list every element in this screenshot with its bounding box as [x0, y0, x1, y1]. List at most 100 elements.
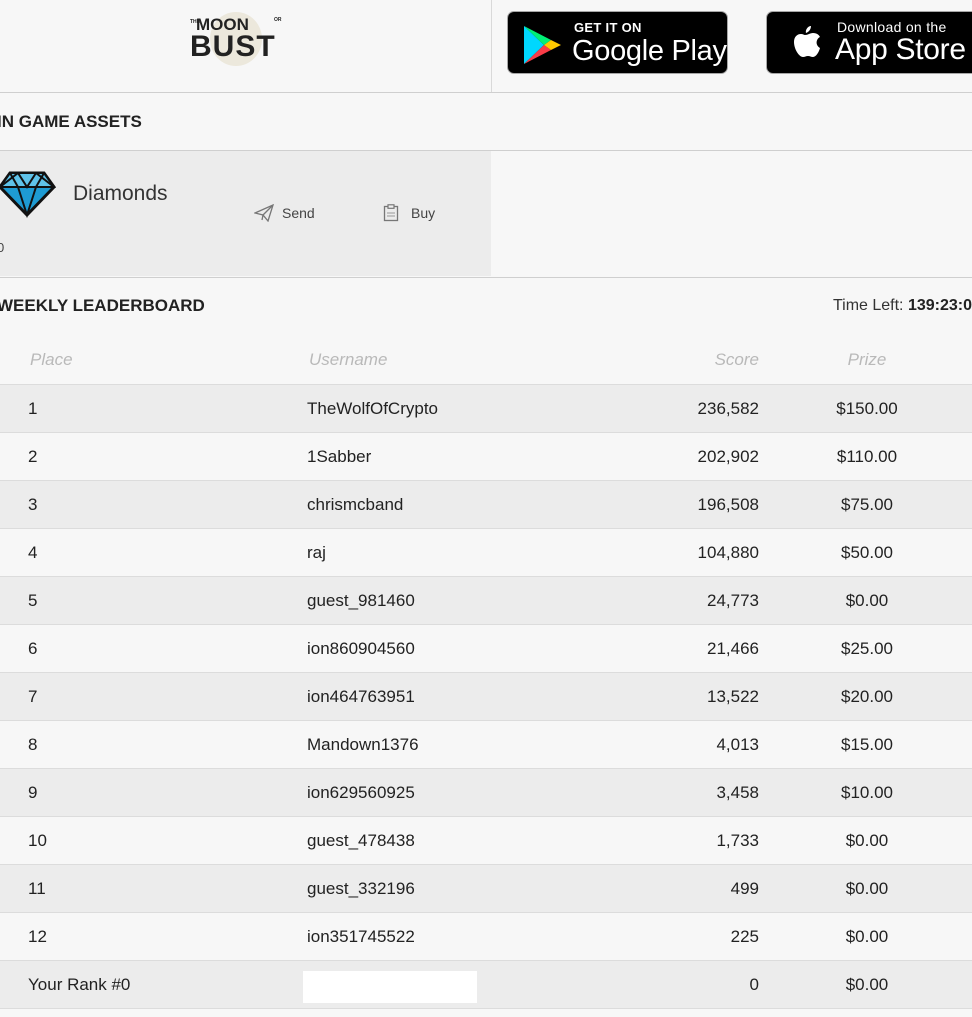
- row-score: 196,508: [697, 495, 759, 514]
- time-left: Time Left: 139:23:0: [833, 278, 972, 334]
- your-rank-label: Your Rank #0: [28, 975, 131, 994]
- row-place: 11: [28, 879, 46, 898]
- row-username: ion860904560: [307, 639, 415, 658]
- table-row: 11 guest_332196 499 $0.00: [0, 865, 972, 913]
- table-row: 4 raj 104,880 $50.00: [0, 529, 972, 577]
- buy-button[interactable]: Buy: [383, 203, 443, 223]
- table-row: 2 1Sabber 202,902 $110.00: [0, 433, 972, 481]
- table-row: 7 ion464763951 13,522 $20.00: [0, 673, 972, 721]
- clipboard-icon: [383, 204, 399, 222]
- row-place: 4: [28, 543, 38, 562]
- asset-count: 0: [0, 240, 5, 255]
- apple-icon: [794, 26, 820, 57]
- row-prize: $50.00: [841, 543, 893, 562]
- logo-bust-text: BUST: [190, 30, 276, 63]
- row-place: 3: [28, 495, 38, 514]
- assets-section-header: IN GAME ASSETS: [0, 93, 972, 151]
- apple-badge-big-text: App Store: [835, 33, 966, 66]
- time-left-value: 139:23:0: [907, 297, 972, 314]
- assets-title: IN GAME ASSETS: [0, 112, 142, 131]
- row-score: 104,880: [697, 543, 759, 562]
- row-prize: $0.00: [845, 879, 889, 898]
- row-prize: $15.00: [841, 735, 893, 754]
- row-place: 6: [28, 639, 38, 658]
- row-score: 225: [730, 927, 759, 946]
- row-score: 202,902: [697, 447, 759, 466]
- google-play-badge[interactable]: GET IT ON Google Play: [507, 11, 728, 74]
- column-header-place: Place: [30, 350, 73, 369]
- table-header-row: Place Username Score Prize: [0, 334, 972, 385]
- row-username: Mandown1376: [307, 735, 419, 754]
- row-prize: $20.00: [841, 687, 893, 706]
- send-button[interactable]: Send: [254, 203, 324, 223]
- row-username: 1Sabber: [307, 447, 372, 466]
- row-username: ion464763951: [307, 687, 415, 706]
- row-place: 8: [28, 735, 38, 754]
- assets-empty-panel: [491, 151, 972, 276]
- your-score: 0: [749, 975, 759, 994]
- row-score: 13,522: [707, 687, 759, 706]
- row-username: TheWolfOfCrypto: [307, 399, 439, 418]
- your-username-field[interactable]: [303, 971, 477, 1003]
- row-prize: $0.00: [845, 591, 889, 610]
- google-badge-small-text: GET IT ON: [574, 20, 642, 35]
- row-score: 21,466: [707, 639, 759, 658]
- column-header-prize: Prize: [847, 350, 887, 369]
- leaderboard-section-header: WEEKLY LEADERBOARD Time Left: 139:23:0: [0, 277, 972, 335]
- asset-name: Diamonds: [73, 182, 168, 205]
- apple-badge-small-text: Download on the: [837, 19, 947, 35]
- row-prize: $0.00: [845, 927, 889, 946]
- table-row: 3 chrismcband 196,508 $75.00: [0, 481, 972, 529]
- your-prize: $0.00: [845, 975, 889, 994]
- row-place: 1: [28, 399, 38, 418]
- row-prize: $75.00: [841, 495, 893, 514]
- table-row: 9 ion629560925 3,458 $10.00: [0, 769, 972, 817]
- row-score: 499: [730, 879, 759, 898]
- row-prize: $0.00: [845, 831, 889, 850]
- column-header-username: Username: [309, 350, 388, 369]
- top-header: THE MOON OR BUST GET IT ON Google Play D…: [0, 0, 972, 93]
- row-username: raj: [307, 543, 326, 562]
- row-place: 9: [28, 783, 38, 802]
- row-place: 10: [28, 831, 47, 850]
- table-row: 10 guest_478438 1,733 $0.00: [0, 817, 972, 865]
- table-row: 5 guest_981460 24,773 $0.00: [0, 577, 972, 625]
- row-prize: $25.00: [841, 639, 893, 658]
- your-rank-row: Your Rank #0 0 $0.00: [0, 961, 972, 1009]
- row-prize: $110.00: [836, 447, 898, 466]
- google-badge-big-text: Google Play: [572, 35, 727, 67]
- row-score: 236,582: [697, 399, 759, 418]
- row-username: guest_332196: [307, 879, 415, 898]
- row-username: ion629560925: [307, 783, 415, 802]
- column-header-score: Score: [714, 350, 759, 369]
- table-row: 12 ion351745522 225 $0.00: [0, 913, 972, 961]
- send-label: Send: [282, 205, 315, 221]
- row-score: 3,458: [716, 783, 759, 802]
- row-place: 5: [28, 591, 38, 610]
- diamond-icon: [0, 171, 56, 219]
- row-place: 2: [28, 447, 38, 466]
- time-left-label: Time Left:: [832, 297, 904, 314]
- leaderboard-title: WEEKLY LEADERBOARD: [0, 296, 205, 315]
- row-score: 4,013: [716, 735, 759, 754]
- table-row: 8 Mandown1376 4,013 $15.00: [0, 721, 972, 769]
- row-username: guest_478438: [307, 831, 415, 850]
- google-play-icon: [524, 26, 561, 64]
- row-username: chrismcband: [307, 495, 404, 514]
- table-row: 6 ion860904560 21,466 $25.00: [0, 625, 972, 673]
- row-username: ion351745522: [307, 927, 415, 946]
- header-divider: [491, 0, 492, 92]
- buy-label: Buy: [411, 205, 436, 221]
- table-row: 1 TheWolfOfCrypto 236,582 $150.00: [0, 385, 972, 433]
- row-username: guest_981460: [307, 591, 415, 610]
- row-prize: $10.00: [841, 783, 893, 802]
- paper-plane-icon: [254, 204, 274, 222]
- row-score: 24,773: [707, 591, 759, 610]
- row-prize: $150.00: [836, 399, 898, 418]
- app-store-badge[interactable]: Download on the App Store: [766, 11, 972, 74]
- moon-or-bust-logo[interactable]: THE MOON OR BUST: [188, 10, 286, 68]
- row-score: 1,733: [716, 831, 759, 850]
- logo-or-text: OR: [274, 17, 282, 23]
- row-place: 7: [28, 687, 38, 706]
- row-place: 12: [28, 927, 47, 946]
